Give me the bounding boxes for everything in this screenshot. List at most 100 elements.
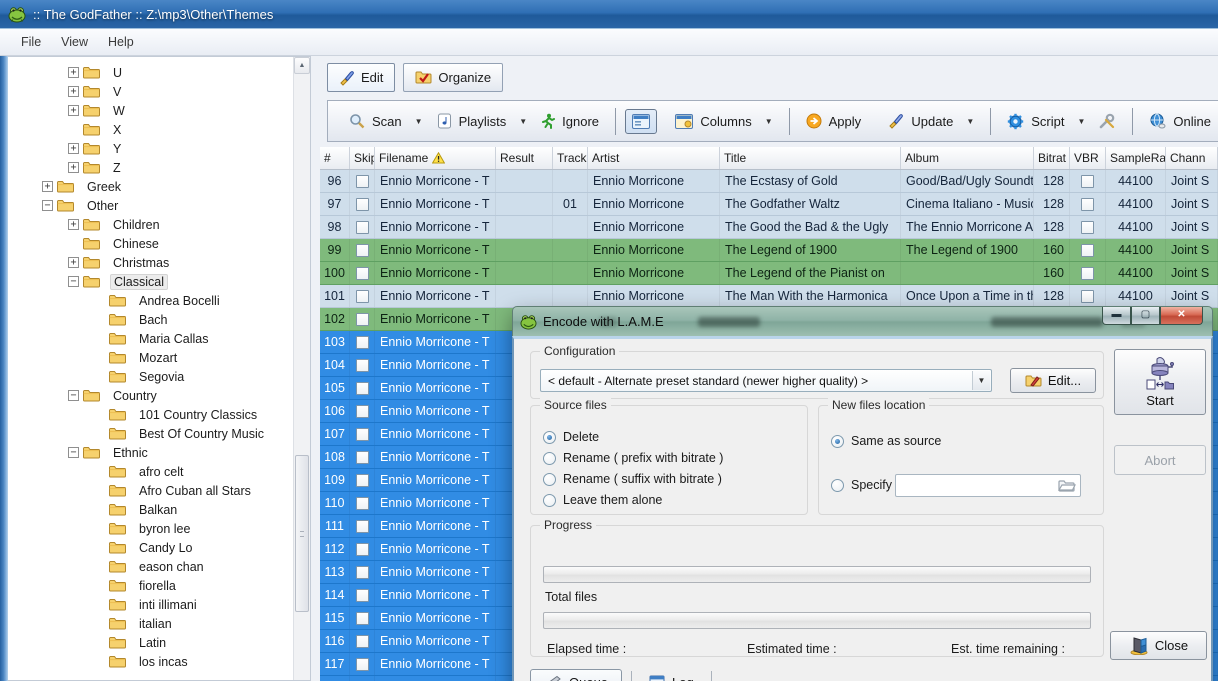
expand-icon[interactable]: + (68, 143, 79, 154)
tree-item-w[interactable]: +W (8, 101, 292, 120)
tree-item-bach[interactable]: Bach (8, 310, 292, 329)
skip-checkbox[interactable] (356, 313, 369, 326)
tree-item-best-of-country-music[interactable]: Best Of Country Music (8, 424, 292, 443)
column-header-vbr[interactable]: VBR (1070, 147, 1106, 169)
menu-view[interactable]: View (52, 31, 97, 53)
tree-item-afro-celt[interactable]: afro celt (8, 462, 292, 481)
tree-item-afro-cuban-all-stars[interactable]: Afro Cuban all Stars (8, 481, 292, 500)
tree-item-segovia[interactable]: Segovia (8, 367, 292, 386)
close-button[interactable]: Close (1110, 631, 1207, 660)
tree-scrollbar[interactable]: ▲ (293, 57, 310, 680)
column-header-num[interactable]: # (320, 147, 350, 169)
script-tools-button[interactable] (1092, 108, 1123, 134)
skip-checkbox[interactable] (356, 451, 369, 464)
tab-organize[interactable]: Organize (403, 63, 503, 92)
table-row[interactable]: 101Ennio Morricone - TEnnio MorriconeThe… (320, 285, 1218, 308)
tree-item-y[interactable]: +Y (8, 139, 292, 158)
tree-item-country[interactable]: −Country (8, 386, 292, 405)
collapse-icon[interactable]: − (42, 200, 53, 211)
column-header-skip[interactable]: Skip (350, 147, 375, 169)
script-button[interactable]: Script▼ (1000, 108, 1092, 135)
tree-item-latin[interactable]: Latin (8, 633, 292, 652)
vbr-checkbox[interactable] (1081, 244, 1094, 257)
edit-preset-button[interactable]: Edit... (1010, 368, 1096, 393)
skip-checkbox[interactable] (356, 290, 369, 303)
column-header-samplerate[interactable]: SampleRa (1106, 147, 1166, 169)
tree-item-v[interactable]: +V (8, 82, 292, 101)
tree-item-christmas[interactable]: +Christmas (8, 253, 292, 272)
skip-checkbox[interactable] (356, 543, 369, 556)
tree-item-byron-lee[interactable]: byron lee (8, 519, 292, 538)
vbr-checkbox[interactable] (1081, 198, 1094, 211)
column-header-album[interactable]: Album (901, 147, 1034, 169)
menu-file[interactable]: File (12, 31, 50, 53)
skip-checkbox[interactable] (356, 566, 369, 579)
tree-item-greek[interactable]: +Greek (8, 177, 292, 196)
specify-path-input[interactable] (895, 474, 1081, 497)
table-row[interactable]: 99Ennio Morricone - TEnnio MorriconeThe … (320, 239, 1218, 262)
skip-checkbox[interactable] (356, 359, 369, 372)
skip-checkbox[interactable] (356, 520, 369, 533)
expand-icon[interactable]: + (68, 105, 79, 116)
scan-dropdown-arrow[interactable]: ▼ (415, 117, 423, 126)
skip-checkbox[interactable] (356, 589, 369, 602)
tab-edit[interactable]: Edit (327, 63, 395, 92)
table-row[interactable]: 98Ennio Morricone - TEnnio MorriconeThe … (320, 216, 1218, 239)
column-header-channels[interactable]: Chann (1166, 147, 1218, 169)
tree-item-inti-illimani[interactable]: inti illimani (8, 595, 292, 614)
table-row[interactable]: 97Ennio Morricone - T01Ennio MorriconeTh… (320, 193, 1218, 216)
browse-folder-icon[interactable] (1057, 478, 1076, 493)
expand-icon[interactable]: + (68, 67, 79, 78)
tree-item-chinese[interactable]: Chinese (8, 234, 292, 253)
menu-help[interactable]: Help (99, 31, 143, 53)
skip-checkbox[interactable] (356, 405, 369, 418)
scrollbar-thumb[interactable] (295, 455, 309, 612)
column-header-artist[interactable]: Artist (588, 147, 720, 169)
tree-item-children[interactable]: +Children (8, 215, 292, 234)
skip-checkbox[interactable] (356, 175, 369, 188)
panel-view-toggle[interactable] (625, 109, 657, 134)
tree-item-u[interactable]: +U (8, 63, 292, 82)
tree-item-other[interactable]: −Other (8, 196, 292, 215)
skip-checkbox[interactable] (356, 497, 369, 510)
source-option-rename-prefix-with-bitrate[interactable]: Rename ( prefix with bitrate ) (543, 451, 723, 465)
tree-item-maria-callas[interactable]: Maria Callas (8, 329, 292, 348)
columns-dropdown-arrow[interactable]: ▼ (765, 117, 773, 126)
tree-item-italian[interactable]: italian (8, 614, 292, 633)
table-row[interactable]: 96Ennio Morricone - TEnnio MorriconeThe … (320, 170, 1218, 193)
skip-checkbox[interactable] (356, 267, 369, 280)
update-button[interactable]: Update▼ (881, 108, 981, 134)
close-x-button[interactable]: ✕ (1160, 307, 1203, 325)
collapse-icon[interactable]: − (68, 276, 79, 287)
skip-checkbox[interactable] (356, 474, 369, 487)
vbr-checkbox[interactable] (1081, 290, 1094, 303)
skip-checkbox[interactable] (356, 635, 369, 648)
column-header-track[interactable]: Track (553, 147, 588, 169)
skip-checkbox[interactable] (356, 428, 369, 441)
expand-icon[interactable]: + (68, 257, 79, 268)
start-button[interactable]: Start (1114, 349, 1206, 415)
minimize-button[interactable]: ▬ (1102, 307, 1131, 325)
column-header-result[interactable]: Result (496, 147, 553, 169)
collapse-icon[interactable]: − (68, 390, 79, 401)
script-dropdown-arrow[interactable]: ▼ (1078, 117, 1086, 126)
vbr-checkbox[interactable] (1081, 221, 1094, 234)
expand-icon[interactable]: + (68, 86, 79, 97)
expand-icon[interactable]: + (68, 162, 79, 173)
skip-checkbox[interactable] (356, 244, 369, 257)
expand-icon[interactable]: + (68, 219, 79, 230)
tree-item-ethnic[interactable]: −Ethnic (8, 443, 292, 462)
skip-checkbox[interactable] (356, 612, 369, 625)
source-option-rename-suffix-with-bitrate[interactable]: Rename ( suffix with bitrate ) (543, 472, 722, 486)
tree-item-eason-chan[interactable]: eason chan (8, 557, 292, 576)
tree-item-x[interactable]: X (8, 120, 292, 139)
skip-checkbox[interactable] (356, 336, 369, 349)
vbr-checkbox[interactable] (1081, 175, 1094, 188)
table-row[interactable]: 100Ennio Morricone - TEnnio MorriconeThe… (320, 262, 1218, 285)
skip-checkbox[interactable] (356, 221, 369, 234)
source-option-delete[interactable]: Delete (543, 430, 599, 444)
scan-button[interactable]: Scan▼ (342, 108, 430, 134)
specify-radio[interactable]: Specify (831, 478, 892, 492)
queue-tab-button[interactable]: Queue (530, 669, 622, 681)
skip-checkbox[interactable] (356, 198, 369, 211)
